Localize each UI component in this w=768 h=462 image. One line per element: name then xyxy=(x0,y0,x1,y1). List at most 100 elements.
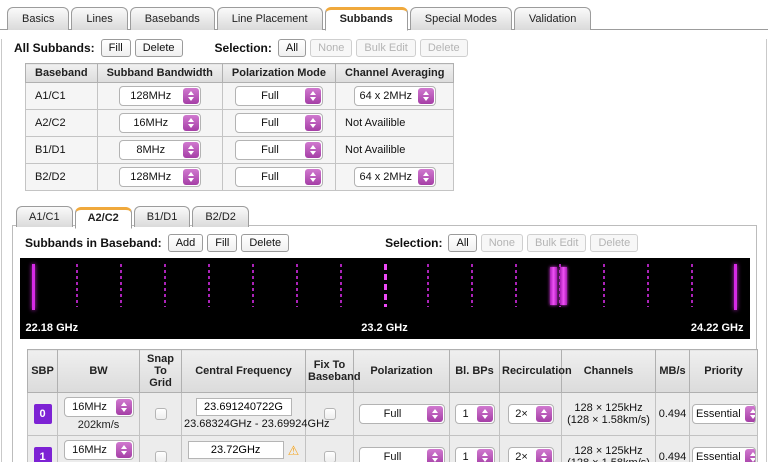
table-row: A2/C2 16MHz Full Not Availible xyxy=(26,110,454,137)
polarization-mode-select[interactable]: Full xyxy=(235,140,323,160)
subtab-a1c1[interactable]: A1/C1 xyxy=(16,206,73,227)
col-polarization: Polarization xyxy=(354,350,450,393)
warning-icon: ⚠ xyxy=(288,444,300,457)
central-frequency-input[interactable] xyxy=(188,441,284,459)
snap-to-grid-checkbox[interactable] xyxy=(155,408,167,420)
spectrum-gridline xyxy=(515,264,517,307)
bw-select[interactable]: 16MHz xyxy=(64,440,134,460)
tab-special-modes[interactable]: Special Modes xyxy=(410,7,512,30)
subtab-b1d1[interactable]: B1/D1 xyxy=(134,206,191,227)
subband-marker-0[interactable] xyxy=(550,267,557,305)
bl-bps-select[interactable]: 1 xyxy=(455,447,495,462)
table-row: B1/D1 8MHz Full Not Availible xyxy=(26,137,454,164)
bandwidth-select[interactable]: 128MHz xyxy=(119,86,201,106)
subband-selection-all-button[interactable]: All xyxy=(448,234,476,252)
selection-label: Selection: xyxy=(215,41,272,55)
spectrum-canvas[interactable]: 22.18 GHz 23.2 GHz 24.22 GHz xyxy=(20,258,750,339)
app-window: Basics Lines Basebands Line Placement Su… xyxy=(0,0,768,462)
col-sbp: SBP xyxy=(28,350,58,393)
fix-to-baseband-checkbox[interactable] xyxy=(324,451,336,462)
bandwidth-select[interactable]: 8MHz xyxy=(119,140,201,160)
fix-to-baseband-checkbox[interactable] xyxy=(324,408,336,420)
polarization-mode-select[interactable]: Full xyxy=(235,113,323,133)
select-stepper-icon xyxy=(183,142,199,158)
subband-add-button[interactable]: Add xyxy=(168,234,204,252)
channel-averaging-select[interactable]: 64 x 2MHz xyxy=(354,167,436,187)
central-frequency-input[interactable] xyxy=(196,398,292,416)
tab-lines[interactable]: Lines xyxy=(71,7,127,30)
subband-delete-button[interactable]: Delete xyxy=(241,234,289,252)
subtab-b2d2[interactable]: B2/D2 xyxy=(192,206,249,227)
col-recirculation: Recirculation xyxy=(500,350,562,393)
sbp-badge[interactable]: 0 xyxy=(34,404,52,424)
select-stepper-icon xyxy=(477,449,493,462)
polarization-select[interactable]: Full xyxy=(359,404,445,424)
tab-basebands[interactable]: Basebands xyxy=(130,7,215,30)
col-channel-averaging: Channel Averaging xyxy=(336,64,454,83)
snap-to-grid-checkbox[interactable] xyxy=(155,451,167,462)
spectrum-gridline xyxy=(76,264,78,307)
col-central-frequency: Central Frequency xyxy=(182,350,306,393)
tab-basics[interactable]: Basics xyxy=(7,7,69,30)
select-stepper-icon xyxy=(745,449,756,462)
bandwidth-select[interactable]: 16MHz xyxy=(119,113,201,133)
channels-label: 128 × 125kHz xyxy=(564,445,653,457)
tab-line-placement[interactable]: Line Placement xyxy=(217,7,323,30)
bl-bps-select[interactable]: 1 xyxy=(455,404,495,424)
tab-subbands[interactable]: Subbands xyxy=(325,7,408,31)
main-tab-bar: Basics Lines Basebands Line Placement Su… xyxy=(0,0,768,30)
priority-select[interactable]: Essential xyxy=(692,447,756,462)
select-stepper-icon xyxy=(305,115,321,131)
col-bl-bps: Bl. BPs xyxy=(450,350,500,393)
select-stepper-icon xyxy=(183,169,199,185)
subband-fill-button[interactable]: Fill xyxy=(207,234,237,252)
select-stepper-icon xyxy=(536,449,552,462)
bandwidth-select[interactable]: 128MHz xyxy=(119,167,201,187)
priority-select[interactable]: Essential xyxy=(692,404,756,424)
channel-averaging-unavailable: Not Availible xyxy=(336,137,454,164)
baseband-subband-panel: Subbands in Baseband: Add Fill Delete Se… xyxy=(12,225,757,462)
subband-selection-bulk-edit-button: Bulk Edit xyxy=(527,234,586,252)
col-polarization-mode: Polarization Mode xyxy=(222,64,335,83)
polarization-mode-select[interactable]: Full xyxy=(235,167,323,187)
tab-validation[interactable]: Validation xyxy=(514,7,592,30)
all-subbands-fill-button[interactable]: Fill xyxy=(101,39,131,57)
select-stepper-icon xyxy=(536,406,552,422)
selection-all-button[interactable]: All xyxy=(278,39,306,57)
polarization-select[interactable]: Full xyxy=(359,447,445,462)
select-stepper-icon xyxy=(183,88,199,104)
bw-select[interactable]: 16MHz xyxy=(64,397,134,417)
all-subbands-label: All Subbands: xyxy=(14,41,95,55)
subbands-in-baseband-label: Subbands in Baseband: xyxy=(25,236,162,250)
channel-averaging-select[interactable]: 64 x 2MHz xyxy=(354,86,436,106)
all-subbands-delete-button[interactable]: Delete xyxy=(135,39,183,57)
col-bw: BW xyxy=(58,350,140,393)
select-stepper-icon xyxy=(305,88,321,104)
subband-selection-none-button: None xyxy=(481,234,523,252)
col-baseband: Baseband xyxy=(26,64,98,83)
sbp-badge[interactable]: 1 xyxy=(34,447,52,462)
select-stepper-icon xyxy=(477,406,493,422)
spectrum-gridline xyxy=(296,264,298,307)
selection-bulk-edit-button: Bulk Edit xyxy=(356,39,415,57)
polarization-mode-select[interactable]: Full xyxy=(235,86,323,106)
select-stepper-icon xyxy=(427,449,443,462)
recirculation-select[interactable]: 2× xyxy=(508,447,554,462)
table-row: B2/D2 128MHz Full 64 x 2MHz xyxy=(26,164,454,191)
spectrum-gridline xyxy=(603,264,605,307)
channels-detail-label: (128 × 1.58km/s) xyxy=(564,457,653,462)
recirculation-select[interactable]: 2× xyxy=(508,404,554,424)
col-mbs: MB/s xyxy=(656,350,690,393)
selection-label: Selection: xyxy=(385,236,442,250)
spectrum-gridline xyxy=(120,264,122,307)
frequency-range-label: 23.68324GHz - 23.69924GHz xyxy=(184,418,303,430)
spectrum-gridline xyxy=(340,264,342,307)
baseband-tab-bar: A1/C1 A2/C2 B1/D1 B2/D2 xyxy=(12,199,766,225)
spectrum-max-edge-line xyxy=(734,264,737,310)
subband-marker-1[interactable] xyxy=(560,267,567,305)
subtab-a2c2[interactable]: A2/C2 xyxy=(75,207,132,229)
spectrum-center-label: 23.2 GHz xyxy=(20,322,750,334)
baseband-name: B2/D2 xyxy=(26,164,98,191)
baseband-name: B1/D1 xyxy=(26,137,98,164)
select-stepper-icon xyxy=(305,169,321,185)
